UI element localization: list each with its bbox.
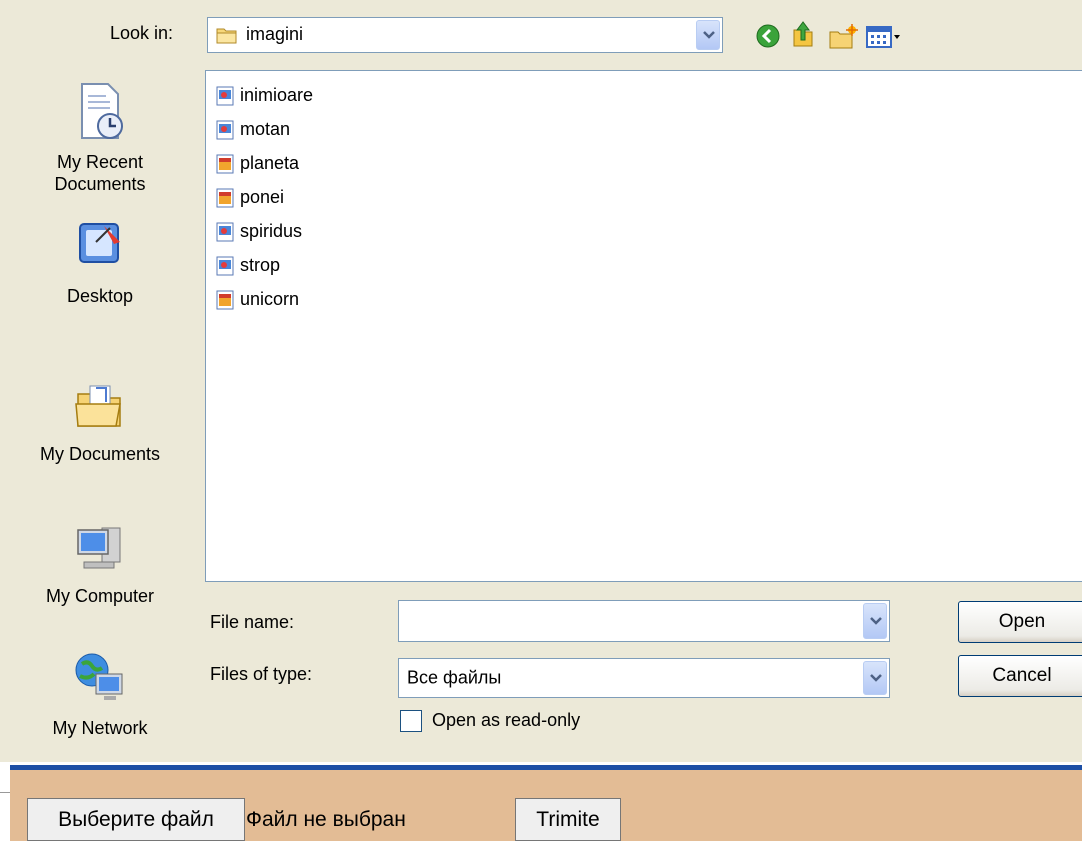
files-of-type-label: Files of type: (210, 664, 313, 684)
look-in-dropdown-button[interactable] (696, 20, 720, 50)
image-file-icon (216, 222, 234, 247)
place-desktop[interactable]: Desktop (0, 220, 200, 307)
place-label: My Computer (45, 586, 155, 606)
image-file-icon (216, 86, 234, 111)
my-documents-icon (74, 385, 126, 434)
place-my-network[interactable]: My Network (0, 650, 200, 739)
submit-button[interactable]: Trimite (515, 798, 621, 841)
recent-documents-icon (74, 83, 126, 146)
my-network-icon (74, 653, 126, 710)
cancel-button[interactable]: Cancel (958, 655, 1082, 697)
open-button[interactable]: Open (958, 601, 1082, 643)
up-folder-icon[interactable] (790, 20, 816, 55)
folder-icon (216, 26, 238, 49)
files-of-type-dropdown-button[interactable] (863, 661, 887, 695)
place-my-computer[interactable]: My Computer (0, 522, 200, 607)
place-my-documents[interactable]: My Documents (0, 382, 200, 465)
file-name-input[interactable] (398, 600, 890, 642)
read-only-label: Open as read-only (432, 710, 581, 730)
place-my-recent-documents[interactable]: My Recent Documents (0, 82, 200, 195)
place-label: Desktop (66, 286, 134, 306)
read-only-checkbox[interactable] (400, 710, 422, 732)
file-list[interactable]: inimioare motan planeta ponei spiridus s… (205, 70, 1082, 582)
look-in-value: imagini (246, 24, 304, 44)
bitmap-file-icon (216, 154, 234, 179)
divider (0, 792, 10, 793)
new-folder-icon[interactable] (828, 24, 858, 55)
my-computer-icon (74, 527, 126, 578)
back-icon[interactable] (756, 24, 780, 53)
views-menu-icon[interactable] (866, 26, 902, 53)
place-label: My Recent (56, 152, 144, 172)
file-name-dropdown-button[interactable] (863, 603, 887, 639)
places-bar: My Recent Documents Desktop My Documents… (0, 70, 200, 762)
bitmap-file-icon (216, 290, 234, 315)
desktop-icon (74, 223, 126, 274)
no-file-text: Файл не выбран (246, 808, 406, 831)
upload-form: Выберите файл Файл не выбран Trimite (10, 770, 1082, 841)
open-file-dialog: Look in: imagini My Recent Documents Des… (0, 0, 1082, 762)
bitmap-file-icon (216, 188, 234, 213)
look-in-combo[interactable]: imagini (207, 17, 723, 53)
image-file-icon (216, 120, 234, 145)
look-in-label: Look in: (110, 23, 174, 43)
file-name-label: File name: (210, 612, 295, 632)
place-label: My Documents (39, 444, 161, 464)
image-file-icon (216, 256, 234, 281)
place-label: My Network (52, 718, 148, 738)
files-of-type-select[interactable]: Все файлы (398, 658, 890, 698)
choose-file-button[interactable]: Выберите файл (27, 798, 245, 841)
place-label: Documents (54, 174, 146, 194)
